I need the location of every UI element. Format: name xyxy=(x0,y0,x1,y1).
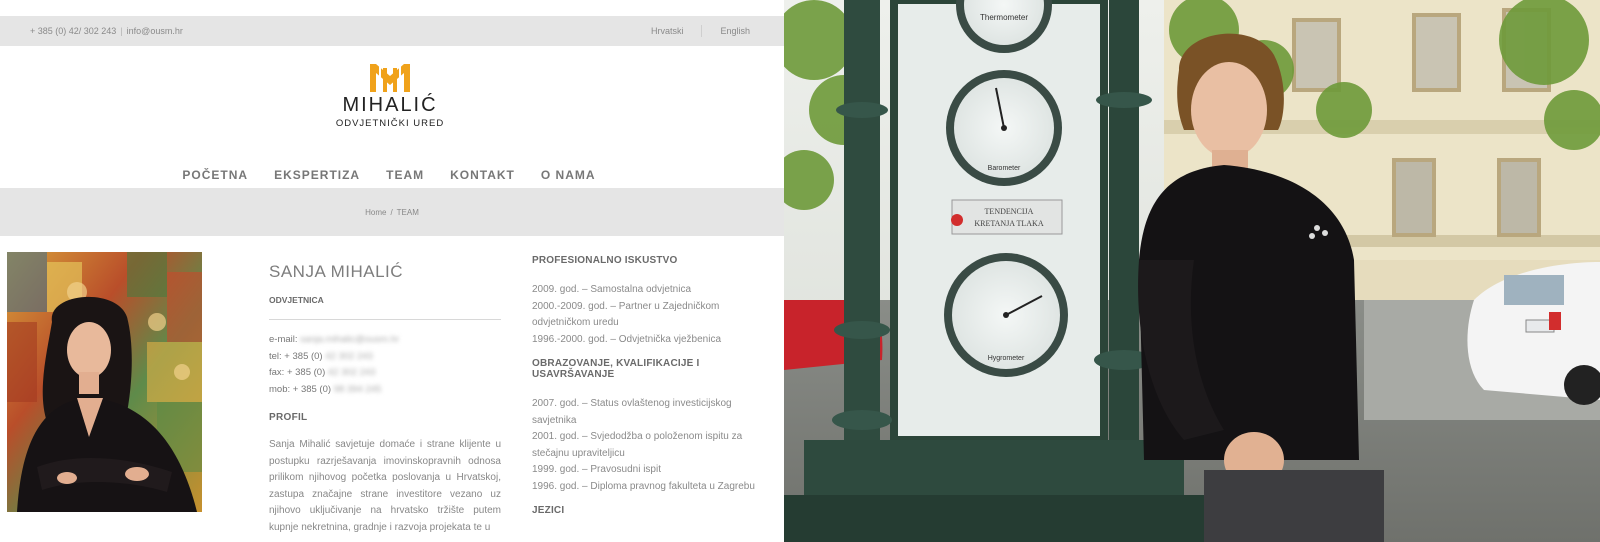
email-value-link[interactable]: sanja.mihalic@ousm.hr xyxy=(300,334,399,345)
logo-brand-name: MIHALIĆ xyxy=(342,94,438,116)
language-switcher: Hrvatski English xyxy=(651,25,770,37)
divider xyxy=(269,319,501,320)
list-item: 2001. god. – Svjedodžba o položenom ispi… xyxy=(532,431,743,459)
nav-item-team[interactable]: TEAM xyxy=(386,168,424,182)
person-tel-line: tel: + 385 (0) 42 302 243 xyxy=(269,349,505,366)
person-role: ODVJETNICA xyxy=(269,295,324,305)
list-item: 2007. god. – Status ovlaštenog investici… xyxy=(532,398,732,426)
nav-item-pocetna[interactable]: POČETNA xyxy=(182,168,248,182)
hygrometer-label: Hygrometer xyxy=(988,355,1025,362)
thermometer-label: Thermometer xyxy=(980,13,1028,22)
breadcrumb-home-link[interactable]: Home xyxy=(365,208,386,217)
nav-item-kontakt[interactable]: KONTAKT xyxy=(450,168,515,182)
main-navigation: POČETNA EKSPERTIZA TEAM KONTAKT O NAMA xyxy=(0,168,800,182)
mob-value: 98 394 245 xyxy=(333,383,382,395)
profil-text: Sanja Mihalić savjetuje domaće i strane … xyxy=(269,439,501,533)
trend-sign-line2: KRETANJA TLAKA xyxy=(974,219,1043,228)
tel-value: 42 302 243 xyxy=(325,350,373,362)
languages-heading: JEZICI xyxy=(532,505,565,516)
street-photo-illustration: Thermometer Barometer TENDENCIJA KRETANJ… xyxy=(784,0,1600,542)
site-logo[interactable]: MIHALIĆ ODVJETNIČKI URED xyxy=(330,64,450,129)
education-heading: OBRAZOVANJE, KVALIFIKACIJE I USAVRŠAVANJ… xyxy=(532,358,700,380)
separator: | xyxy=(120,26,123,36)
breadcrumb-separator: / xyxy=(390,207,393,217)
top-contact: + 385 (0) 42/ 302 243 | info@ousm.hr xyxy=(30,26,183,36)
tel-label: tel: + 385 (0) xyxy=(269,350,323,362)
website-screenshot: + 385 (0) 42/ 302 243 | info@ousm.hr Hrv… xyxy=(0,0,800,542)
person-mob-line: mob: + 385 (0) 98 394 245 xyxy=(269,382,505,399)
breadcrumb: Home / TEAM xyxy=(0,188,784,236)
top-email-link[interactable]: info@ousm.hr xyxy=(127,26,183,36)
education-list: 2007. god. – Status ovlaštenog investici… xyxy=(532,396,772,495)
list-item: 1996.-2000. god. – Odvjetnička vježbenic… xyxy=(532,333,722,345)
logo-mark-icon xyxy=(370,64,410,92)
top-info-bar: + 385 (0) 42/ 302 243 | info@ousm.hr Hrv… xyxy=(0,16,800,46)
mob-label: mob: + 385 (0) xyxy=(269,383,332,395)
list-item: 1999. god. – Pravosudni ispit xyxy=(532,464,661,475)
top-gap xyxy=(0,0,800,16)
person-email-line: e-mail: sanja.mihalic@ousm.hr xyxy=(269,332,505,349)
nav-item-ekspertiza[interactable]: EKSPERTIZA xyxy=(274,168,360,182)
street-photo: Thermometer Barometer TENDENCIJA KRETANJ… xyxy=(784,0,1600,542)
experience-heading: PROFESIONALNO ISKUSTVO xyxy=(532,255,678,266)
email-label: e-mail: xyxy=(269,334,298,345)
experience-list: 2009. god. – Samostalna odvjetnica 2000.… xyxy=(532,282,772,348)
portrait-illustration xyxy=(7,252,202,512)
portrait-photo xyxy=(7,252,202,512)
nav-item-o-nama[interactable]: O NAMA xyxy=(541,168,596,182)
list-item: 1996. god. – Diploma pravnog fakulteta u… xyxy=(532,480,755,492)
trend-sign-line1: TENDENCIJA xyxy=(985,207,1034,216)
cv-column: PROFESIONALNO ISKUSTVO 2009. god. – Samo… xyxy=(532,255,772,516)
top-phone: + 385 (0) 42/ 302 243 xyxy=(30,26,117,36)
person-fax-line: fax: + 385 (0) 42 302 243 xyxy=(269,365,505,382)
barometer-label: Barometer xyxy=(988,165,1021,172)
person-name: SANJA MIHALIĆ xyxy=(269,262,404,281)
fax-label: fax: + 385 (0) xyxy=(269,367,326,378)
profil-heading: PROFIL xyxy=(269,412,308,423)
fax-value: 42 302 243 xyxy=(327,367,376,378)
lang-hrvatski[interactable]: Hrvatski xyxy=(651,26,684,36)
person-contact-lines: e-mail: sanja.mihalic@ousm.hr tel: + 385… xyxy=(269,332,505,398)
lang-divider xyxy=(701,25,703,37)
list-item: 2000.-2009. god. – Partner u Zajedničkom… xyxy=(532,300,720,329)
breadcrumb-current: TEAM xyxy=(396,207,419,217)
list-item: 2009. god. – Samostalna odvjetnica xyxy=(532,284,691,295)
logo-tagline: ODVJETNIČKI URED xyxy=(335,118,445,129)
person-info: SANJA MIHALIĆ ODVJETNICA e-mail: sanja.m… xyxy=(269,262,505,536)
lang-english[interactable]: English xyxy=(720,26,750,36)
